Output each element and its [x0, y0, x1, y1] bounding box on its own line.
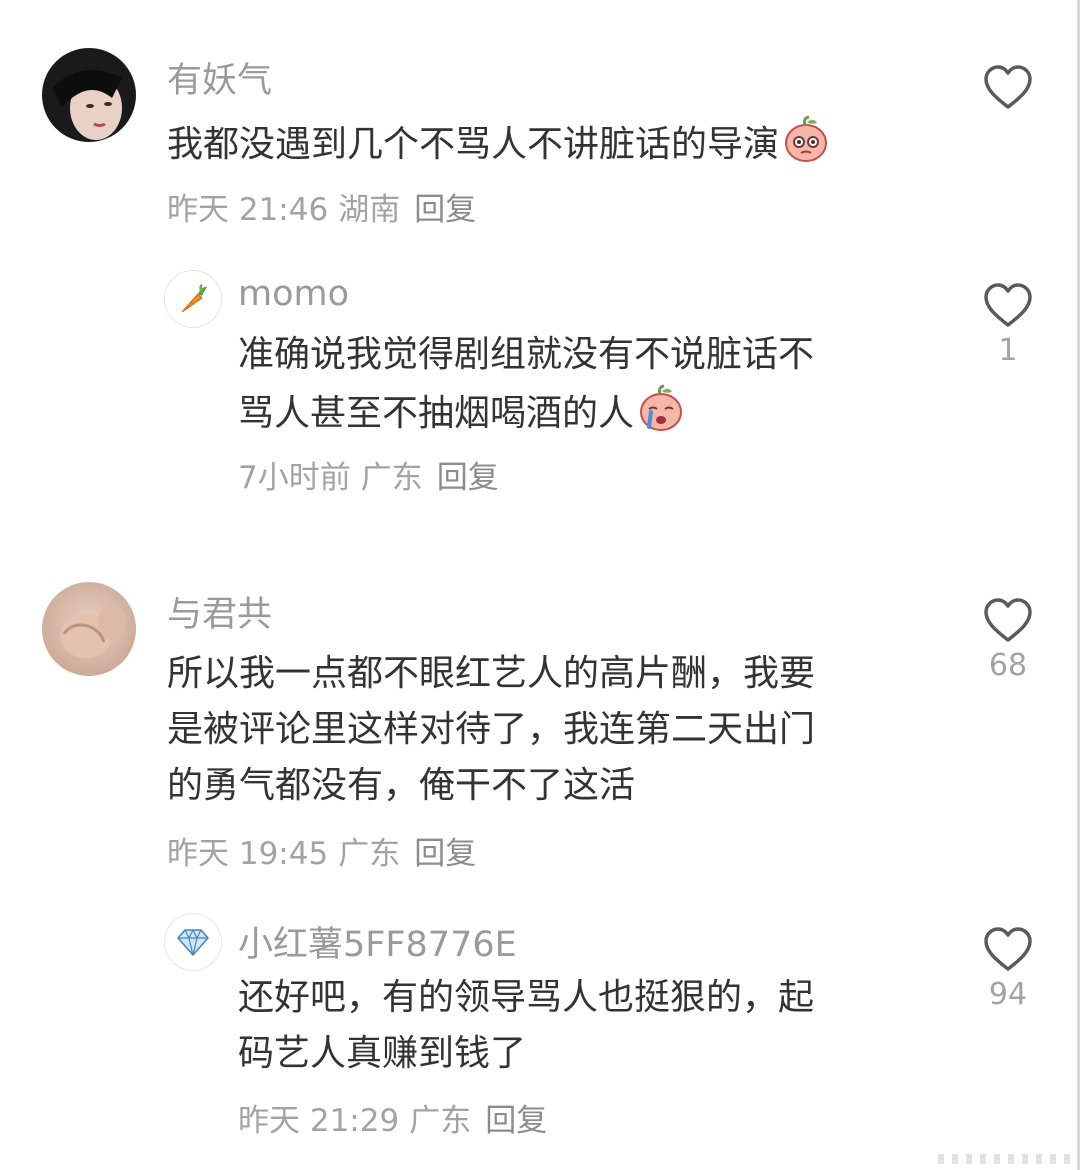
like-button[interactable]: 68	[978, 597, 1038, 683]
comment-username[interactable]: 与君共	[167, 586, 272, 637]
peach-shy-emoji-icon	[781, 114, 831, 164]
comment-text-line: 骂人甚至不抽烟喝酒的人	[238, 393, 635, 434]
avatar-user-2[interactable]	[164, 270, 222, 328]
heart-outline-icon	[984, 283, 1032, 327]
reply-button[interactable]: 回复	[414, 192, 476, 228]
reply-button[interactable]: 回复	[414, 836, 476, 872]
diamond-icon	[177, 928, 209, 956]
comment-text: 所以我一点都不眼红艺人的高片酬，我要 是被评论里这样对待了，我连第二天出门 的勇…	[167, 646, 815, 814]
comment-time: 昨天 21:46	[167, 192, 329, 228]
comment-meta: 昨天 19:45 广东 回复	[167, 828, 486, 873]
comment-text-line: 的勇气都没有，俺干不了这活	[167, 765, 636, 806]
avatar-user-1[interactable]	[42, 48, 136, 142]
comment-text-line: 码艺人真赚到钱了	[238, 1033, 527, 1074]
comment-text: 还好吧，有的领导骂人也挺狠的，起 码艺人真赚到钱了	[238, 970, 814, 1082]
like-count: 94	[988, 977, 1028, 1012]
comment-username[interactable]: 小红薯5FF8776E	[238, 916, 517, 967]
comment-time: 7小时前	[238, 460, 351, 496]
reply-button[interactable]: 回复	[485, 1103, 547, 1139]
comment-location: 湖南	[338, 192, 401, 228]
heart-outline-icon	[984, 927, 1032, 971]
comment-username[interactable]: 有妖气	[167, 52, 272, 103]
avatar-user-3[interactable]	[42, 582, 136, 676]
comment-location: 广东	[338, 836, 401, 872]
heart-outline-icon	[984, 598, 1032, 642]
comment-text-line: 准确说我觉得剧组就没有不说脏话不	[238, 334, 815, 375]
like-button[interactable]: 94	[978, 926, 1038, 1012]
comment-location: 广东	[360, 460, 423, 496]
comment-meta: 昨天 21:46 湖南 回复	[167, 184, 486, 229]
comment-text-line: 所以我一点都不眼红艺人的高片酬，我要	[167, 653, 816, 694]
like-count: 1	[998, 333, 1018, 368]
watermark-bars	[938, 1154, 1070, 1164]
like-button[interactable]: 1	[978, 282, 1038, 368]
comment-time: 昨天 21:29	[238, 1103, 400, 1139]
comment-text-line: 还好吧，有的领导骂人也挺狠的，起	[238, 977, 815, 1018]
carrot-icon	[181, 284, 207, 313]
comment-meta: 昨天 21:29 广东 回复	[238, 1095, 557, 1140]
comment-text: 准确说我觉得剧组就没有不说脏话不 骂人甚至不抽烟喝酒的人	[238, 327, 814, 442]
comment-text-line: 我都没遇到几个不骂人不讲脏话的导演	[167, 124, 780, 165]
comment-time: 昨天 19:45	[167, 836, 329, 872]
like-count: 68	[988, 648, 1028, 683]
comment-text-line: 是被评论里这样对待了，我连第二天出门	[167, 709, 816, 750]
comment-meta: 7小时前 广东 回复	[238, 452, 509, 497]
comment-location: 广东	[409, 1103, 472, 1139]
like-count	[978, 116, 1038, 150]
like-button[interactable]	[978, 64, 1038, 150]
peach-cry-emoji-icon	[636, 383, 686, 433]
reply-button[interactable]: 回复	[437, 460, 499, 496]
avatar-user-4[interactable]	[164, 913, 222, 971]
comment-text: 我都没遇到几个不骂人不讲脏话的导演	[167, 114, 831, 173]
comment-username[interactable]: momo	[238, 274, 349, 314]
heart-outline-icon	[984, 65, 1032, 109]
